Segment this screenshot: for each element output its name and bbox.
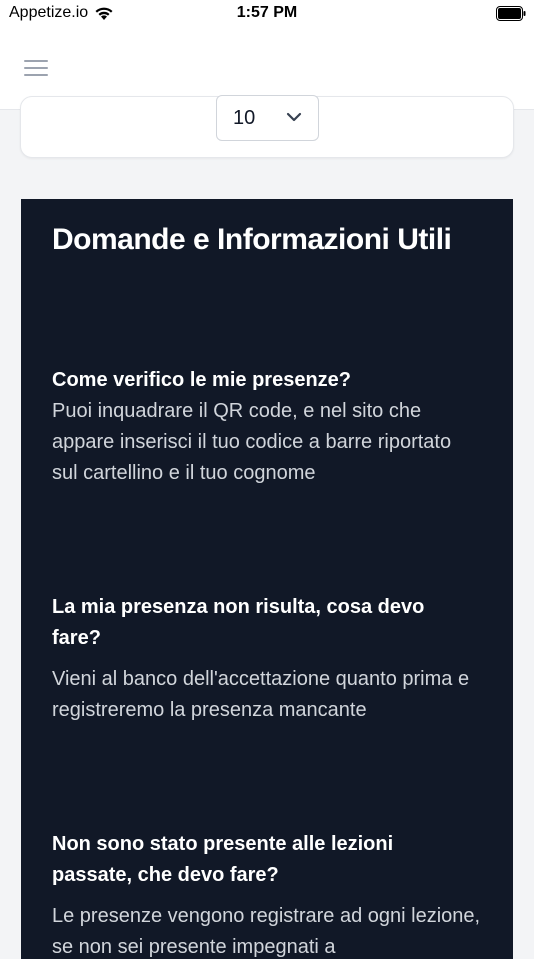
page-size-select[interactable]: 10 — [216, 95, 319, 141]
page-size-card: 10 — [20, 95, 514, 158]
page-size-value: 10 — [233, 107, 256, 129]
faq-answer: Le presenze vengono registrare ad ogni l… — [52, 905, 481, 958]
faq-item: Come verifico le mie presenze? Puoi inqu… — [52, 365, 482, 489]
faq-question: La mia presenza non risulta, cosa devo f… — [52, 596, 425, 649]
faq-panel: Domande e Informazioni Utili Come verifi… — [21, 199, 513, 959]
hamburger-menu-icon[interactable] — [24, 60, 48, 78]
faq-item: Non sono stato presente alle lezioni pas… — [52, 829, 482, 959]
faq-answer: Puoi inquadrare il QR code, e nel sito c… — [52, 400, 452, 484]
status-bar: Appetize.io 1:57 PM — [0, 0, 534, 28]
faq-item: La mia presenza non risulta, cosa devo f… — [52, 592, 482, 726]
faq-question: Come verifico le mie presenze? — [52, 369, 352, 391]
faq-question: Non sono stato presente alle lezioni pas… — [52, 833, 394, 886]
faq-answer: Vieni al banco dell'accettazione quanto … — [52, 668, 470, 721]
chevron-down-icon — [286, 112, 302, 122]
faq-title: Domande e Informazioni Utili — [52, 223, 452, 256]
battery-icon — [496, 6, 526, 21]
status-time: 1:57 PM — [236, 4, 298, 21]
